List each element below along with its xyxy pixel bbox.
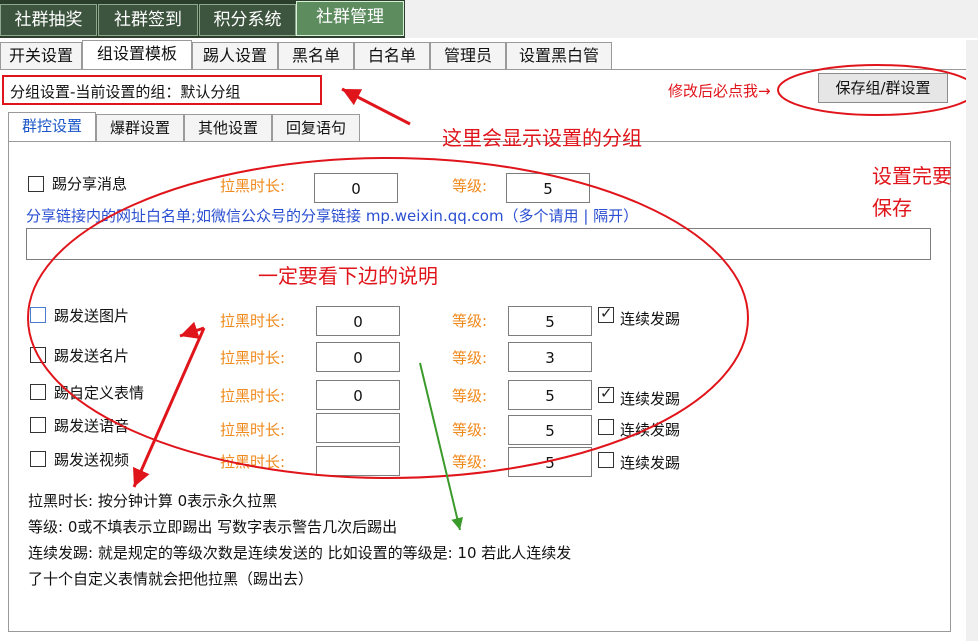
arrow-to-group-label [341,87,411,126]
save-button-highlight-ellipse [777,64,977,116]
rules-highlight-ellipse [27,157,749,479]
right-edge-strip [966,40,978,641]
annotation-overlay [27,64,977,531]
arrow-to-level-note [419,362,464,531]
arrow-to-notes [132,327,206,488]
